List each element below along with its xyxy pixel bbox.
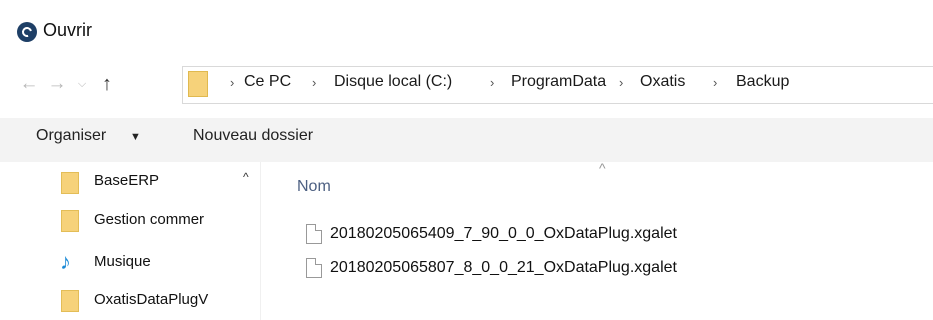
sort-ascending-icon: ^ — [599, 160, 606, 176]
music-icon: ♪ — [60, 249, 71, 274]
breadcrumb-separator: › — [490, 75, 495, 90]
organise-dropdown-icon[interactable]: ▼ — [130, 131, 141, 143]
folder-icon — [61, 290, 79, 312]
title-bar — [0, 0, 933, 52]
breadcrumb-separator: › — [619, 75, 624, 90]
file-icon — [306, 258, 322, 278]
up-button[interactable]: ↑ — [96, 71, 118, 97]
breadcrumb-item-ce-pc[interactable]: Ce PC — [244, 73, 291, 91]
nav-item-gestion-commerciale[interactable]: Gestion commer — [94, 211, 234, 228]
organise-button[interactable]: Organiser — [36, 127, 106, 145]
nav-item-baseerp[interactable]: BaseERP — [94, 172, 234, 189]
new-folder-button[interactable]: Nouveau dossier — [193, 127, 313, 145]
breadcrumb-item-programdata[interactable]: ProgramData — [511, 73, 606, 91]
folder-icon — [61, 210, 79, 232]
breadcrumb-item-oxatis[interactable]: Oxatis — [640, 73, 685, 91]
breadcrumb-item-disque-local[interactable]: Disque local (C:) — [334, 73, 452, 91]
folder-icon — [188, 71, 208, 97]
recent-locations-chevron-icon[interactable]: ⌵ — [75, 74, 89, 94]
breadcrumb-separator: › — [312, 75, 317, 90]
breadcrumb-item-backup[interactable]: Backup — [736, 73, 789, 91]
nav-item-musique[interactable]: Musique — [94, 253, 234, 270]
breadcrumb-separator: › — [230, 75, 235, 90]
back-button[interactable]: ← — [18, 72, 40, 96]
app-logo-icon — [17, 22, 37, 42]
breadcrumb-separator: › — [713, 75, 718, 90]
nav-item-oxatisdataplug[interactable]: OxatisDataPlugV — [94, 291, 234, 308]
column-header-nom[interactable]: Nom — [297, 178, 331, 196]
file-item[interactable]: 20180205065409_7_90_0_0_OxDataPlug.xgale… — [330, 225, 677, 243]
file-icon — [306, 224, 322, 244]
folder-icon — [61, 172, 79, 194]
window-title: Ouvrir — [43, 20, 92, 40]
nav-scroll-up-icon[interactable]: ^ — [243, 170, 249, 184]
forward-button[interactable]: → — [46, 72, 68, 96]
file-item[interactable]: 20180205065807_8_0_0_21_OxDataPlug.xgale… — [330, 259, 677, 277]
